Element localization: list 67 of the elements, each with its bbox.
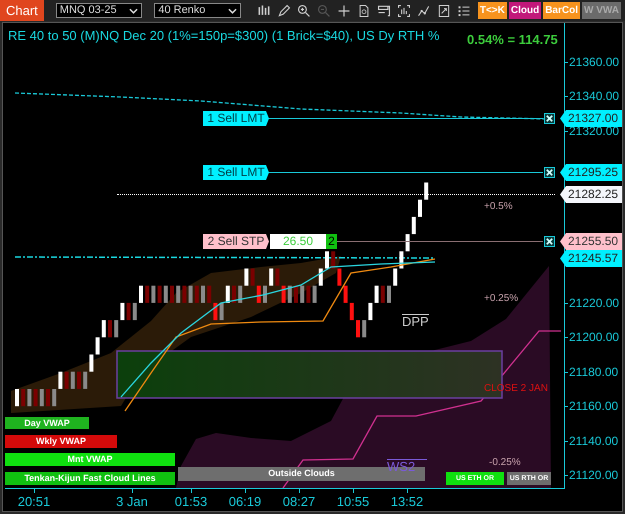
tick-mark xyxy=(191,489,192,493)
price-label: 21360.00 xyxy=(569,56,620,68)
order-label[interactable]: 2 Sell STP xyxy=(203,234,269,249)
tick-mark xyxy=(564,406,568,408)
order-quantity: 2 xyxy=(326,234,337,249)
close-icon[interactable] xyxy=(544,236,555,247)
price-tag: 21255.50 xyxy=(560,233,622,250)
indicator-label: Day VWAP xyxy=(5,417,89,429)
zoom-in-icon[interactable] xyxy=(296,4,311,18)
bar-chart-icon[interactable] xyxy=(396,4,411,18)
order-label[interactable]: 1 Sell LMT xyxy=(203,165,269,180)
order-offset: 26.50 xyxy=(270,234,326,249)
indicator-label: Tenkan-Kijun Fast Cloud Lines xyxy=(5,472,175,485)
tick-mark xyxy=(34,489,35,493)
tick-mark xyxy=(564,62,568,63)
chart-annotation: +0.25% xyxy=(484,294,518,304)
line-chart-icon[interactable] xyxy=(416,4,431,18)
time-label: 3 Jan xyxy=(116,495,148,508)
price-label: 21340.00 xyxy=(569,90,620,102)
time-label: 08:27 xyxy=(282,495,316,508)
time-label: 13:52 xyxy=(390,495,424,508)
time-label: 06:19 xyxy=(228,495,262,508)
tick-mark xyxy=(299,489,300,493)
time-label: 01:53 xyxy=(174,495,208,508)
panel-icon[interactable] xyxy=(376,4,391,18)
price-label: 21320.00 xyxy=(569,124,620,137)
tick-mark xyxy=(132,489,133,493)
price-tag: 21282.25 xyxy=(560,186,622,203)
price-label: 21220.00 xyxy=(569,296,620,309)
template-icon[interactable] xyxy=(436,4,451,18)
chart-title: RE 40 to 50 (M)NQ Dec 20 (1%=150p=$300) (1 Brick=$40), US Dy RTH % xyxy=(8,29,440,42)
order-label[interactable]: 1 Sell LMT xyxy=(203,111,269,126)
close-icon[interactable] xyxy=(544,113,555,124)
tick-mark xyxy=(564,302,568,304)
price-label: 21140.00 xyxy=(569,434,618,447)
close-icon[interactable] xyxy=(544,167,555,178)
time-label: 10:55 xyxy=(336,495,370,508)
dropdown[interactable]: 40 Renko xyxy=(154,3,241,18)
tick-mark xyxy=(564,130,568,132)
chart-annotation: DPP xyxy=(402,314,429,328)
list-icon[interactable] xyxy=(456,4,471,18)
price-label: 21180.00 xyxy=(569,366,618,378)
indicator-label: Mnt VWAP xyxy=(5,453,175,466)
percent-readout: 0.54% = 114.75 xyxy=(467,33,558,46)
chart-annotation: -0.25% xyxy=(489,458,521,468)
price-tag: 21327.00 xyxy=(560,110,622,127)
tick-mark xyxy=(564,474,568,476)
chevron-down-icon xyxy=(129,8,138,14)
tick-mark xyxy=(407,489,408,493)
price-tag: 21295.25 xyxy=(560,164,622,181)
crosshair-icon[interactable] xyxy=(336,4,351,18)
indicator-label: Wkly VWAP xyxy=(5,435,117,448)
dropdown[interactable]: MNQ 03-25 xyxy=(56,3,142,18)
chart-annotation: +0.5% xyxy=(484,202,513,212)
time-label: 20:51 xyxy=(18,495,50,508)
document-search-icon[interactable] xyxy=(356,4,371,18)
price-label: 21160.00 xyxy=(569,400,618,412)
chevron-down-icon xyxy=(228,8,237,14)
price-label: 21120.00 xyxy=(569,468,618,481)
pencil-icon[interactable] xyxy=(276,4,291,18)
tick-mark xyxy=(353,489,354,493)
price-tag: 21245.57 xyxy=(560,250,622,267)
indicator-button[interactable]: Cloud xyxy=(508,2,542,19)
price-label: 21200.00 xyxy=(569,331,620,344)
tick-mark xyxy=(245,489,246,493)
chart-button[interactable]: Chart xyxy=(0,0,44,21)
bars-icon[interactable] xyxy=(256,4,271,18)
